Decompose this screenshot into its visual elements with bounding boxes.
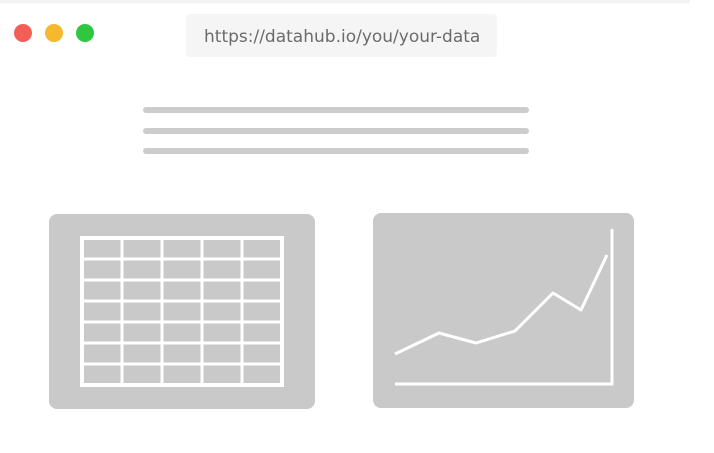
maximize-window-button[interactable]: [76, 24, 94, 42]
chart-icon-axes: [395, 229, 614, 386]
browser-window: https://datahub.io/you/your-data: [0, 0, 714, 453]
address-bar[interactable]: https://datahub.io/you/your-data: [186, 14, 497, 57]
text-placeholder-line: [143, 128, 529, 134]
chart-icon-trend-line: [394, 254, 609, 356]
text-placeholder-line: [143, 107, 529, 113]
text-placeholder-line: [143, 148, 529, 154]
url-text: https://datahub.io/you/your-data: [204, 27, 481, 47]
chart-preview-card: [373, 213, 634, 408]
window-top-border: [0, 0, 690, 3]
table-preview-card: [49, 214, 315, 409]
table-icon: [80, 236, 284, 387]
close-window-button[interactable]: [14, 24, 32, 42]
line-chart-icon: [394, 229, 614, 386]
minimize-window-button[interactable]: [45, 24, 63, 42]
